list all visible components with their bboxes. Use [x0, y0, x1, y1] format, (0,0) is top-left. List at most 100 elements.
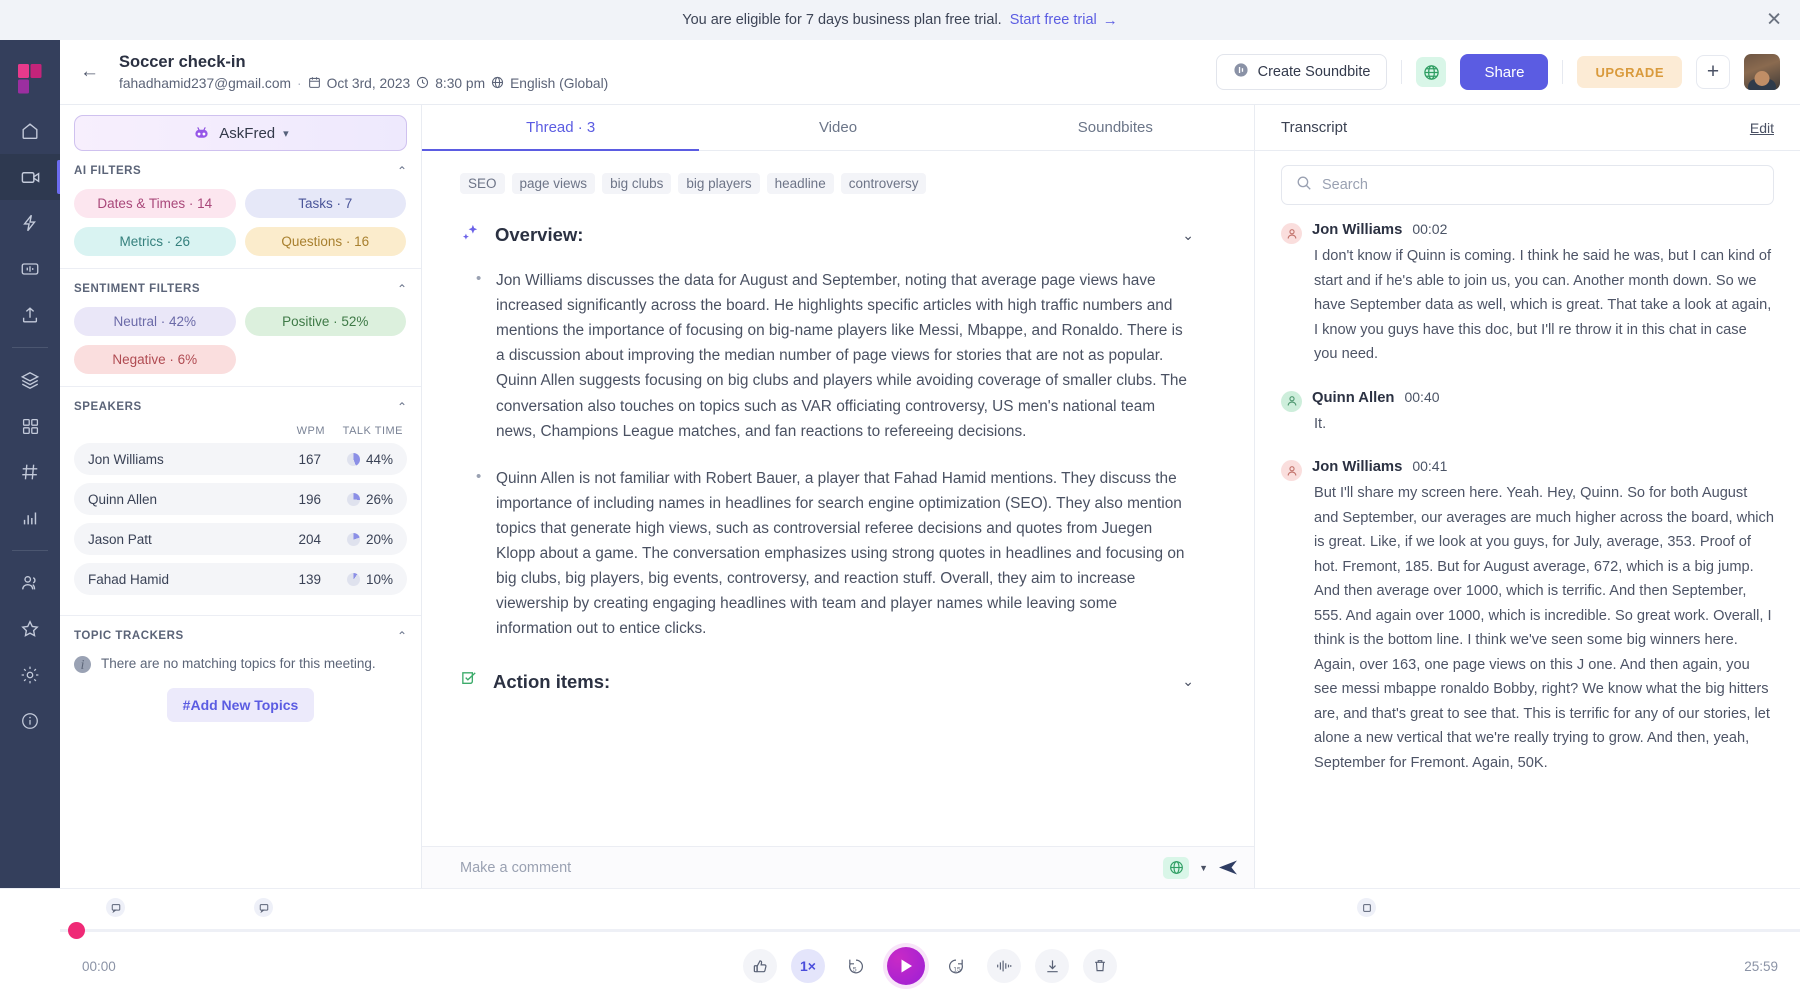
globe-icon	[491, 76, 504, 92]
close-icon[interactable]: ✕	[1766, 11, 1782, 30]
tab-thread[interactable]: Thread · 3	[422, 105, 699, 150]
speaker-name: Jason Patt	[88, 532, 275, 547]
ai-filter-chip[interactable]: Questions · 16	[245, 227, 407, 256]
delete-button[interactable]	[1083, 949, 1117, 983]
app-logo[interactable]	[0, 50, 60, 108]
transcript-timestamp[interactable]: 00:40	[1404, 389, 1439, 405]
overview-bullet: Quinn Allen is not familiar with Robert …	[484, 466, 1194, 642]
keyword-chip[interactable]: page views	[512, 173, 596, 194]
transcript-edit-button[interactable]: Edit	[1750, 120, 1774, 136]
sentiment-filters-title: SENTIMENT FILTERS	[74, 283, 200, 295]
tab-video[interactable]: Video	[699, 105, 976, 150]
share-button[interactable]: Share	[1460, 54, 1548, 90]
transcript-entry[interactable]: Quinn Allen00:40It.	[1281, 389, 1774, 437]
comment-language-button[interactable]	[1163, 857, 1189, 879]
back-arrow-icon[interactable]: ←	[80, 61, 99, 83]
speakers-header: SPEAKERS ⌃	[74, 401, 407, 413]
waveform-button[interactable]	[987, 949, 1021, 983]
speaker-avatar	[1281, 391, 1302, 412]
sidebar-item-soundbites[interactable]	[0, 246, 60, 292]
play-button[interactable]	[887, 947, 925, 985]
progress-track[interactable]	[60, 923, 1800, 937]
keyword-chip[interactable]: big clubs	[602, 173, 671, 194]
speaker-talk-time: 26%	[321, 492, 393, 507]
thumbs-up-button[interactable]	[743, 949, 777, 983]
transcript-timestamp[interactable]: 00:41	[1412, 458, 1447, 474]
sentiment-filter-chip[interactable]: Positive · 52%	[245, 307, 407, 336]
chevron-up-icon[interactable]: ⌃	[397, 401, 407, 413]
ai-filter-chip[interactable]: Metrics · 26	[74, 227, 236, 256]
keyword-chip[interactable]: SEO	[460, 173, 505, 194]
tab-soundbites[interactable]: Soundbites	[977, 105, 1254, 150]
askfred-button[interactable]: AskFred ▾	[74, 115, 407, 151]
thread-content[interactable]: SEO page views big clubs big players headlin…	[422, 151, 1254, 888]
chevron-down-icon[interactable]: ⌄	[1182, 673, 1194, 690]
speaker-row[interactable]: Jason Patt20420%	[74, 523, 407, 555]
send-comment-button[interactable]	[1218, 859, 1238, 876]
sidebar-item-channels[interactable]	[0, 357, 60, 403]
user-avatar[interactable]	[1744, 54, 1780, 90]
svg-text:5: 5	[853, 966, 857, 973]
speaker-name: Fahad Hamid	[88, 572, 275, 587]
keyword-chip[interactable]: controversy	[841, 173, 927, 194]
create-soundbite-label: Create Soundbite	[1258, 64, 1371, 80]
speaker-row[interactable]: Jon Williams16744%	[74, 443, 407, 475]
sidebar-item-home[interactable]	[0, 108, 60, 154]
language-globe-button[interactable]	[1416, 57, 1446, 87]
sidebar-item-upload[interactable]	[0, 292, 60, 338]
trial-banner-text: You are eligible for 7 days business pla…	[682, 12, 1001, 28]
media-player: 00:00 1× 5 15	[0, 888, 1800, 1000]
download-button[interactable]	[1035, 949, 1069, 983]
comment-marker[interactable]	[106, 898, 125, 917]
add-button[interactable]: +	[1696, 55, 1730, 89]
askfred-area: AskFred ▾	[60, 105, 421, 151]
sidebar-item-help[interactable]	[0, 698, 60, 744]
comment-marker[interactable]	[254, 898, 273, 917]
chevron-up-icon[interactable]: ⌃	[397, 165, 407, 177]
filters-scroll[interactable]: AI FILTERS ⌃ Dates & Times · 14Tasks · 7…	[60, 151, 421, 888]
comment-input[interactable]	[460, 860, 1153, 876]
start-free-trial-link[interactable]: Start free trial	[1010, 12, 1097, 28]
search-input[interactable]	[1322, 177, 1759, 193]
transcript-search-box[interactable]	[1281, 165, 1774, 205]
topic-empty-state: i There are no matching topics for this …	[74, 654, 407, 674]
ai-filter-chip[interactable]: Tasks · 7	[245, 189, 407, 218]
create-soundbite-button[interactable]: Create Soundbite	[1216, 54, 1388, 90]
transcript-entry[interactable]: Jon Williams00:41But I'll share my scree…	[1281, 458, 1774, 775]
transcript-entries[interactable]: Jon Williams00:02I don't know if Quinn i…	[1255, 211, 1800, 888]
sentiment-filter-chip[interactable]: Neutral · 42%	[74, 307, 236, 336]
chevron-up-icon[interactable]: ⌃	[397, 283, 407, 295]
sentiment-filter-chip[interactable]: Negative · 6%	[74, 345, 236, 374]
add-new-topics-button[interactable]: #Add New Topics	[167, 688, 315, 722]
sidebar-item-automations[interactable]	[0, 200, 60, 246]
playback-speed-button[interactable]: 1×	[791, 949, 825, 983]
speaker-row[interactable]: Quinn Allen19626%	[74, 483, 407, 515]
forward-15-button[interactable]: 15	[939, 949, 973, 983]
sidebar-item-analytics[interactable]	[0, 495, 60, 541]
comment-marker[interactable]	[1357, 898, 1376, 917]
chevron-down-icon[interactable]: ▼	[1199, 863, 1208, 873]
chevron-down-icon[interactable]: ⌄	[1182, 227, 1194, 244]
sidebar-item-topics[interactable]	[0, 449, 60, 495]
transcript-timestamp[interactable]: 00:02	[1412, 221, 1447, 237]
rewind-5-button[interactable]: 5	[839, 949, 873, 983]
chevron-up-icon[interactable]: ⌃	[397, 630, 407, 642]
transcript-speaker-name: Quinn Allen	[1312, 390, 1394, 406]
sidebar-item-settings[interactable]	[0, 652, 60, 698]
keyword-chip[interactable]: big players	[678, 173, 759, 194]
speaker-row[interactable]: Fahad Hamid13910%	[74, 563, 407, 595]
talk-time-donut-icon	[347, 573, 360, 586]
sidebar-item-meetings[interactable]	[0, 154, 60, 200]
sidebar-item-apps[interactable]	[0, 403, 60, 449]
ai-filter-chip[interactable]: Dates & Times · 14	[74, 189, 236, 218]
sidebar-item-team[interactable]	[0, 560, 60, 606]
meeting-language: English (Global)	[510, 76, 608, 91]
upgrade-button[interactable]: UPGRADE	[1577, 56, 1682, 88]
meeting-title-block: Soccer check-in fahadhamid237@gmail.com …	[119, 53, 608, 92]
fred-robot-icon	[192, 125, 211, 141]
keyword-chip[interactable]: headline	[767, 173, 834, 194]
meeting-metadata: fahadhamid237@gmail.com · Oct 3rd, 2023 …	[119, 76, 608, 92]
sidebar-item-favorites[interactable]	[0, 606, 60, 652]
speaker-wpm: 139	[275, 572, 321, 587]
transcript-entry[interactable]: Jon Williams00:02I don't know if Quinn i…	[1281, 221, 1774, 367]
